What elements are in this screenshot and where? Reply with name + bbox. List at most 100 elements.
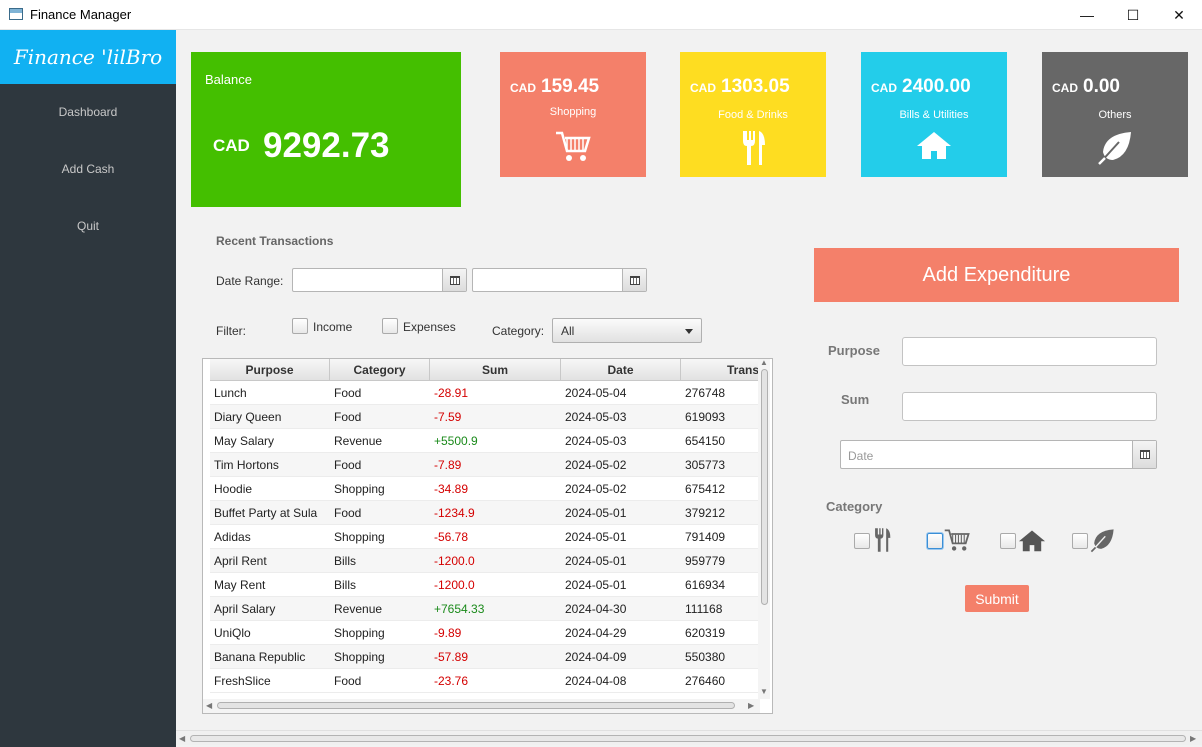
- date-placeholder: Date: [848, 449, 874, 463]
- table-row[interactable]: Diary Queen Food -7.59 2024-05-03 619093: [210, 405, 760, 429]
- sidebar-item-quit[interactable]: Quit: [0, 219, 176, 233]
- scrollbar-thumb[interactable]: [761, 369, 768, 605]
- balance-value: 9292.73: [263, 126, 390, 165]
- cell-date: 2024-05-02: [565, 458, 627, 472]
- income-checkbox[interactable]: [292, 318, 308, 334]
- card-label: Food & Drinks: [718, 109, 788, 121]
- app-window-icon: [9, 8, 23, 20]
- cell-trans: 654150: [685, 434, 726, 448]
- scroll-right-icon[interactable]: ▶: [748, 701, 754, 710]
- cell-date: 2024-05-01: [565, 506, 627, 520]
- table-horizontal-scrollbar[interactable]: ◀ ▶: [203, 699, 760, 713]
- scrollbar-thumb[interactable]: [190, 735, 1186, 742]
- table-row[interactable]: Tim Hortons Food -7.89 2024-05-02 305773: [210, 453, 760, 477]
- cell-category: Food: [334, 458, 362, 472]
- table-row[interactable]: Adidas Shopping -56.78 2024-05-01 791409: [210, 525, 760, 549]
- purpose-field[interactable]: [902, 337, 1157, 366]
- cell-sum: -1234.9: [434, 506, 475, 520]
- cell-date: 2024-04-09: [565, 650, 627, 664]
- cell-purpose: FreshSlice: [214, 674, 271, 688]
- leaf-icon: [1097, 130, 1133, 169]
- cell-category: Bills: [334, 554, 357, 568]
- category-filter-label: Category:: [492, 324, 545, 338]
- card-currency: CAD: [690, 81, 716, 95]
- scroll-right-icon[interactable]: ▶: [1190, 734, 1196, 743]
- card-currency: CAD: [871, 81, 897, 95]
- expense-date-field[interactable]: Date: [840, 440, 1157, 469]
- purpose-label: Purpose: [828, 343, 881, 358]
- others-category-checkbox[interactable]: [1072, 533, 1088, 549]
- table-row[interactable]: May Rent Bills -1200.0 2024-05-01 616934: [210, 573, 760, 597]
- bills-card: CAD 2400.00 Bills & Utilities: [861, 52, 1007, 177]
- cart-icon: [555, 130, 591, 167]
- date-from-field[interactable]: [292, 268, 467, 292]
- column-header-trans[interactable]: Trans: [681, 359, 760, 381]
- shopping-category-checkbox[interactable]: [927, 533, 943, 549]
- calendar-icon[interactable]: [1132, 441, 1156, 468]
- table-row[interactable]: UniQlo Shopping -9.89 2024-04-29 620319: [210, 621, 760, 645]
- window-title: Finance Manager: [30, 7, 132, 22]
- bills-category-checkbox[interactable]: [1000, 533, 1016, 549]
- balance-label: Balance: [205, 72, 252, 87]
- cell-date: 2024-05-03: [565, 410, 627, 424]
- maximize-button[interactable]: ☐: [1110, 0, 1156, 30]
- cell-category: Bills: [334, 578, 357, 592]
- others-card: CAD 0.00 Others: [1042, 52, 1188, 177]
- main-horizontal-scrollbar[interactable]: ◀ ▶: [176, 730, 1202, 745]
- category-select[interactable]: All: [552, 318, 702, 343]
- cell-date: 2024-05-04: [565, 386, 627, 400]
- food-card: CAD 1303.05 Food & Drinks: [680, 52, 826, 177]
- sidebar-item-dashboard[interactable]: Dashboard: [0, 105, 176, 119]
- house-icon: [1018, 529, 1046, 555]
- table-row[interactable]: April Rent Bills -1200.0 2024-05-01 959779: [210, 549, 760, 573]
- scroll-left-icon[interactable]: ◀: [206, 701, 212, 710]
- minimize-button[interactable]: —: [1064, 0, 1110, 30]
- cell-date: 2024-05-03: [565, 434, 627, 448]
- table-row[interactable]: Lunch Food -28.91 2024-05-04 276748: [210, 381, 760, 405]
- main-content: Balance CAD 9292.73 CAD 159.45 Shopping …: [176, 30, 1202, 747]
- title-bar: Finance Manager — ☐ ✕: [0, 0, 1202, 30]
- cell-trans: 276460: [685, 674, 726, 688]
- cell-trans: 959779: [685, 554, 726, 568]
- card-label: Bills & Utilities: [899, 109, 969, 121]
- cell-sum: +7654.33: [434, 602, 485, 616]
- cell-date: 2024-05-01: [565, 530, 627, 544]
- app-logo: Finance 'lilBro: [0, 30, 176, 84]
- balance-currency: CAD: [213, 136, 250, 155]
- cell-trans: 675412: [685, 482, 726, 496]
- table-row[interactable]: April Salary Revenue +7654.33 2024-04-30 111…: [210, 597, 760, 621]
- cell-purpose: Buffet Party at Sula: [214, 506, 318, 520]
- sum-field[interactable]: [902, 392, 1157, 421]
- column-header-purpose[interactable]: Purpose: [210, 359, 330, 381]
- table-row[interactable]: Buffet Party at Sula Food -1234.9 2024-05-0…: [210, 501, 760, 525]
- table-row[interactable]: FreshSlice Food -23.76 2024-04-08 276460: [210, 669, 760, 693]
- cell-purpose: April Salary: [214, 602, 276, 616]
- cell-date: 2024-04-30: [565, 602, 627, 616]
- column-header-sum[interactable]: Sum: [430, 359, 561, 381]
- add-expenditure-header: Add Expenditure: [814, 248, 1179, 302]
- scroll-down-icon[interactable]: ▼: [760, 687, 768, 696]
- table-vertical-scrollbar[interactable]: ▲ ▼: [758, 359, 770, 699]
- cell-date: 2024-05-02: [565, 482, 627, 496]
- balance-card: Balance CAD 9292.73: [191, 52, 461, 207]
- sidebar-item-add-cash[interactable]: Add Cash: [0, 162, 176, 176]
- column-header-category[interactable]: Category: [330, 359, 430, 381]
- scrollbar-thumb[interactable]: [217, 702, 735, 709]
- column-header-date[interactable]: Date: [561, 359, 681, 381]
- submit-button[interactable]: Submit: [965, 585, 1029, 612]
- close-button[interactable]: ✕: [1156, 0, 1202, 30]
- expenses-checkbox[interactable]: [382, 318, 398, 334]
- card-value: 2400.00: [902, 76, 971, 97]
- date-to-field[interactable]: [472, 268, 647, 292]
- food-category-checkbox[interactable]: [854, 533, 870, 549]
- calendar-icon[interactable]: [622, 269, 646, 291]
- table-row[interactable]: May Salary Revenue +5500.9 2024-05-03 654150: [210, 429, 760, 453]
- transactions-table[interactable]: Purpose Category Sum Date Trans Lunch Foo…: [202, 358, 773, 714]
- scroll-up-icon[interactable]: ▲: [760, 359, 768, 367]
- scroll-left-icon[interactable]: ◀: [179, 734, 185, 743]
- calendar-icon[interactable]: [442, 269, 466, 291]
- table-row[interactable]: Hoodie Shopping -34.89 2024-05-02 675412: [210, 477, 760, 501]
- card-currency: CAD: [510, 81, 536, 95]
- house-icon: [916, 130, 952, 163]
- table-row[interactable]: Banana Republic Shopping -57.89 2024-04-09 5…: [210, 645, 760, 669]
